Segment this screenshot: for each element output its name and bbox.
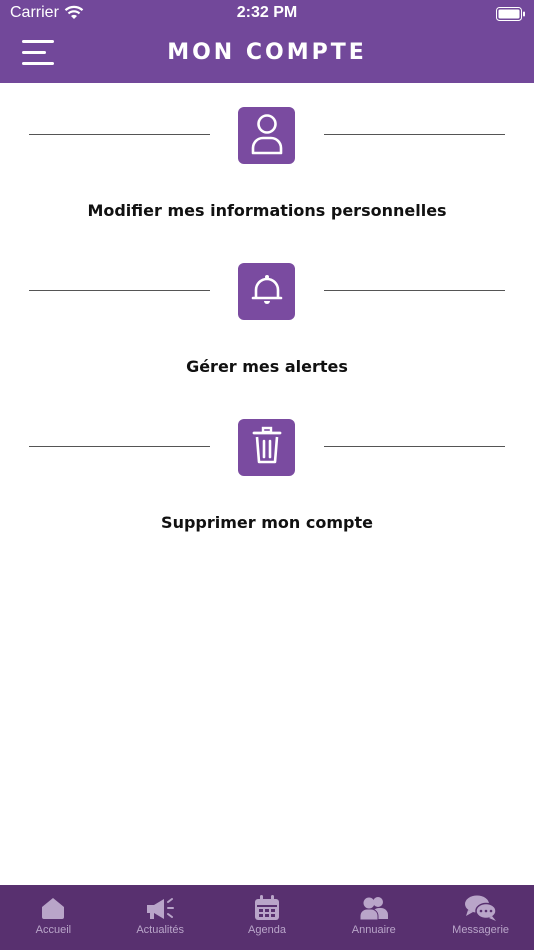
edit-profile-label[interactable]: Modifier mes informations personnelles — [0, 201, 534, 220]
divider-left — [29, 446, 210, 447]
chat-icon — [464, 894, 498, 922]
tab-label: Annuaire — [351, 924, 396, 936]
status-bar: Carrier 2:32 PM — [0, 0, 534, 28]
manage-alerts-button[interactable] — [238, 263, 295, 320]
calendar-icon — [253, 894, 281, 922]
delete-account-label[interactable]: Supprimer mon compte — [0, 513, 534, 532]
bottom-tab-bar: Accueil Actualités Agenda Annuaire Messa… — [0, 885, 534, 950]
divider-right — [324, 446, 505, 447]
divider-right — [324, 134, 505, 135]
trash-icon — [251, 426, 283, 470]
manage-alerts-label[interactable]: Gérer mes alertes — [0, 357, 534, 376]
divider-right — [324, 290, 505, 291]
tab-label: Agenda — [248, 924, 286, 936]
tab-actualites[interactable]: Actualités — [107, 885, 214, 950]
edit-profile-button[interactable] — [238, 107, 295, 164]
tab-label: Actualités — [136, 924, 185, 936]
tab-label: Messagerie — [452, 924, 510, 936]
divider-left — [29, 134, 210, 135]
tab-accueil[interactable]: Accueil — [0, 885, 107, 950]
megaphone-icon — [145, 894, 175, 922]
users-icon — [359, 894, 389, 922]
tab-agenda[interactable]: Agenda — [214, 885, 321, 950]
page-title: MON COMPTE — [167, 40, 367, 65]
battery-icon — [496, 6, 526, 25]
delete-account-button[interactable] — [238, 419, 295, 476]
divider-left — [29, 290, 210, 291]
app-header: Carrier 2:32 PM MON COMPTE — [0, 0, 534, 83]
tab-messagerie[interactable]: Messagerie — [427, 885, 534, 950]
account-options: Modifier mes informations personnelles G… — [0, 83, 534, 885]
user-icon — [249, 112, 285, 160]
tab-annuaire[interactable]: Annuaire — [320, 885, 427, 950]
status-time: 2:32 PM — [236, 4, 298, 21]
home-icon — [40, 894, 66, 922]
tab-label: Accueil — [35, 924, 72, 936]
bell-icon — [250, 273, 284, 311]
